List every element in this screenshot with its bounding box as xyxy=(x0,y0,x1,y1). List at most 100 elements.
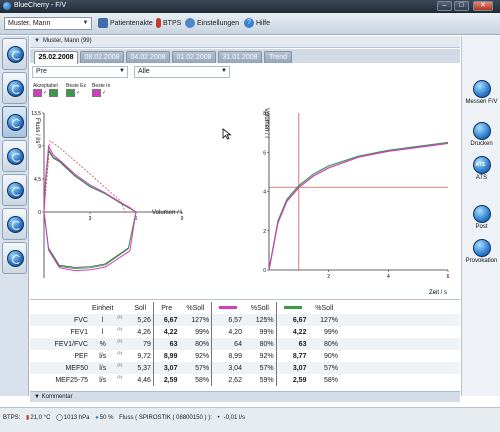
green-pct-value: 58% xyxy=(323,376,338,384)
vt-series-beste-ex xyxy=(268,141,449,271)
flow-volume-chart: Fluss / l/s Volumen / l 13,594,503 6 9 xyxy=(31,111,184,278)
tab-date-2[interactable]: 08.02.2008 xyxy=(80,51,124,63)
sidebar-button-2[interactable] xyxy=(2,72,27,104)
post-button[interactable]: Post xyxy=(462,205,500,230)
patient-header[interactable]: ▼ Muster, Mann (99) xyxy=(30,36,460,48)
magenta-series-swatch xyxy=(219,306,238,310)
filter-dropdown[interactable]: Alle ▼ xyxy=(134,66,230,78)
pre-pct-value: 127% xyxy=(179,314,212,326)
fv-x-tick-label: 3 xyxy=(89,216,92,222)
pre-value: 4,22 xyxy=(152,326,180,338)
magenta-value: 8,99 xyxy=(211,350,244,362)
phase-dropdown[interactable]: Pre ▼ xyxy=(32,66,128,78)
drucken-label: Drucken xyxy=(470,141,493,147)
record-icon xyxy=(98,18,108,29)
ats-button[interactable]: ATS xyxy=(462,156,500,181)
tab-trend[interactable]: Trend xyxy=(264,51,292,63)
param-note: (1) xyxy=(117,374,123,379)
col-einheit: Einheit xyxy=(92,304,114,312)
param-name: MEF50 xyxy=(30,362,90,374)
sidebar-button-6[interactable] xyxy=(2,208,27,240)
globe-icon xyxy=(7,216,24,233)
table-row: PEF l/s (1) 9,72 8,99 92% 8,99 92% 8,77 90% xyxy=(30,350,460,362)
sidebar-button-7[interactable] xyxy=(2,242,27,274)
chart-area: Akzeptabel ✓ Beste Ex ✓ Beste In ✓ Fluss… xyxy=(30,80,460,298)
table-row: MEF50 l/s (1) 5,37 3,07 57% 3,04 57% 3,07 57% xyxy=(30,362,460,374)
param-unit: l xyxy=(90,314,116,326)
fv-y-tick-label: 0 xyxy=(38,210,41,216)
left-sidebar xyxy=(0,36,29,396)
globe-icon xyxy=(7,148,24,165)
status-value: -0,01 l/s xyxy=(223,415,245,421)
btps-button[interactable]: BTPS xyxy=(156,17,181,31)
patientenakte-button[interactable]: Patientenakte xyxy=(98,17,153,31)
param-name: PEF xyxy=(74,352,88,360)
toolbar: Muster, Mann ▼ Patientenakte BTPS Einste… xyxy=(0,13,500,35)
app-icon xyxy=(3,2,11,10)
help-icon: ? xyxy=(244,18,254,29)
pre-value: 8,99 xyxy=(152,350,180,362)
pre-value: 2,59 xyxy=(152,374,180,386)
maximize-button[interactable]: □ xyxy=(454,1,469,11)
patient-select[interactable]: Muster, Mann ▼ xyxy=(4,17,92,30)
post-label: Post xyxy=(475,224,488,230)
globe-icon xyxy=(7,182,24,199)
green-value: 3,07 xyxy=(275,362,309,374)
tab-date-3[interactable]: 04.02.2008 xyxy=(126,51,170,63)
sidebar-button-5[interactable] xyxy=(2,174,27,206)
sidebar-button-1[interactable] xyxy=(2,38,27,70)
green-value: 2,59 xyxy=(275,374,309,386)
param-unit: l/s xyxy=(99,376,107,384)
ats-label: ATS xyxy=(475,175,488,181)
minimize-button[interactable]: – xyxy=(437,1,452,11)
tab-date-5[interactable]: 31.01.2008 xyxy=(218,51,262,63)
gauge-icon: ◯ xyxy=(56,415,63,421)
provokation-button[interactable]: Provokation xyxy=(462,239,500,264)
vt-y-tick-label: 2 xyxy=(263,229,266,235)
btps-label: BTPS xyxy=(163,20,182,27)
fv-series-beste-ex xyxy=(43,148,137,269)
col-magenta-pct: %Soll xyxy=(250,304,269,312)
vt-y-tick-label: 4 xyxy=(263,190,266,196)
results-table: Einheit Soll Pre %Soll %Soll %Soll FVC l(… xyxy=(30,299,460,389)
magenta-value: 2,62 xyxy=(211,374,244,386)
vt-x-tick-label: 4 xyxy=(387,274,390,280)
hilfe-button[interactable]: ? Hilfe xyxy=(244,17,270,31)
vt-x-tick-label: 6 xyxy=(447,274,450,280)
print-icon xyxy=(472,122,491,140)
magenta-value: 64 xyxy=(211,338,244,350)
row-padding xyxy=(340,374,460,386)
green-series-swatch xyxy=(283,306,302,310)
drucken-button[interactable]: Drucken xyxy=(462,122,500,147)
col-green-pct: %Soll xyxy=(315,304,334,312)
vt-y-tick-label: 8 xyxy=(263,111,266,117)
einstellungen-button[interactable]: Einstellungen xyxy=(185,17,239,31)
kommentar-bar[interactable]: ▼ Kommentar xyxy=(30,391,460,402)
pre-pct-value: 92% xyxy=(195,352,210,360)
sidebar-button-4[interactable] xyxy=(2,140,27,172)
soll-value: 5,37 xyxy=(127,362,154,374)
magenta-pct-value: 92% xyxy=(259,352,274,360)
param-note: (1) xyxy=(115,314,128,326)
pre-value: 3,07 xyxy=(152,362,180,374)
soll-value: 79 xyxy=(127,338,154,350)
table-row: FEV1 l (1) 4,26 4,22 99% 4,20 99% 4,22 99% xyxy=(30,326,460,338)
tab-date-1[interactable]: 25.02.2008 xyxy=(34,51,78,64)
patient-select-value: Muster, Mann xyxy=(8,20,51,27)
gear-icon xyxy=(185,18,195,29)
table-header: Einheit Soll Pre %Soll %Soll %Soll xyxy=(30,302,460,314)
green-pct-value: 90% xyxy=(323,352,338,360)
param-note: (1) xyxy=(117,350,123,355)
pre-pct-value: 99% xyxy=(195,328,210,336)
table-row: FVC l (1) 5,26 6,67 127% 6,57 125% 6,67 127% xyxy=(30,314,460,326)
filter-row: Pre ▼ Alle ▼ xyxy=(30,64,460,80)
tab-date-4[interactable]: 01.02.2008 xyxy=(172,51,216,63)
vt-x-tick-label: 2 xyxy=(327,274,330,280)
post-icon xyxy=(472,205,491,223)
messen-button[interactable]: Messen F/V xyxy=(462,80,500,105)
sidebar-button-fv[interactable] xyxy=(2,106,27,138)
close-button[interactable]: ✕ xyxy=(473,1,493,11)
collapse-icon: ▼ xyxy=(34,394,42,400)
pre-pct-value: 57% xyxy=(179,362,212,374)
row-padding xyxy=(340,338,460,350)
